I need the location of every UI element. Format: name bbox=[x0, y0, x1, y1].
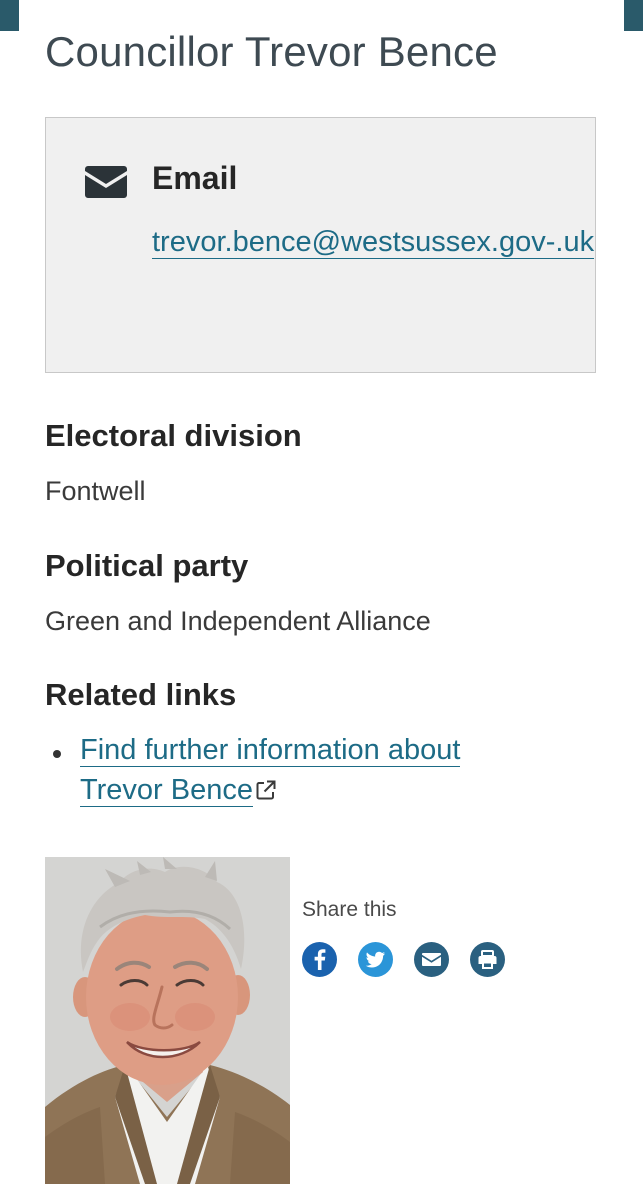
related-links-heading: Related links bbox=[45, 677, 237, 712]
contact-box: Email trevor.bence@westsussex.gov-.uk bbox=[45, 117, 596, 373]
portrait-image bbox=[45, 857, 290, 1184]
share-label: Share this bbox=[302, 898, 397, 921]
email-label: Email bbox=[152, 160, 238, 196]
email-link[interactable]: trevor.bence@westsussex.gov-.uk bbox=[152, 218, 595, 266]
political-party-value: Green and Independent Alliance bbox=[45, 606, 431, 636]
external-link-icon bbox=[256, 780, 276, 800]
political-party-heading: Political party bbox=[45, 548, 249, 583]
email-address: trevor.bence@westsussex.gov-.uk bbox=[152, 226, 595, 259]
header-edge-right bbox=[624, 0, 643, 31]
electoral-division-heading: Electoral division bbox=[45, 418, 302, 453]
related-link-trevor-bence[interactable]: Find further information about Trevor Be… bbox=[80, 730, 500, 810]
list-bullet bbox=[53, 750, 61, 758]
electoral-division-value: Fontwell bbox=[45, 476, 146, 506]
printer-icon bbox=[478, 950, 497, 969]
facebook-icon bbox=[314, 949, 326, 970]
header-edge-left bbox=[0, 0, 19, 31]
envelope-icon bbox=[85, 166, 127, 198]
councillor-portrait bbox=[45, 857, 290, 1184]
share-facebook-button[interactable] bbox=[302, 942, 337, 977]
twitter-icon bbox=[365, 951, 385, 968]
page-title: Councillor Trevor Bence bbox=[45, 28, 498, 75]
share-twitter-button[interactable] bbox=[358, 942, 393, 977]
envelope-icon bbox=[422, 953, 441, 966]
share-email-button[interactable] bbox=[414, 942, 449, 977]
share-print-button[interactable] bbox=[470, 942, 505, 977]
